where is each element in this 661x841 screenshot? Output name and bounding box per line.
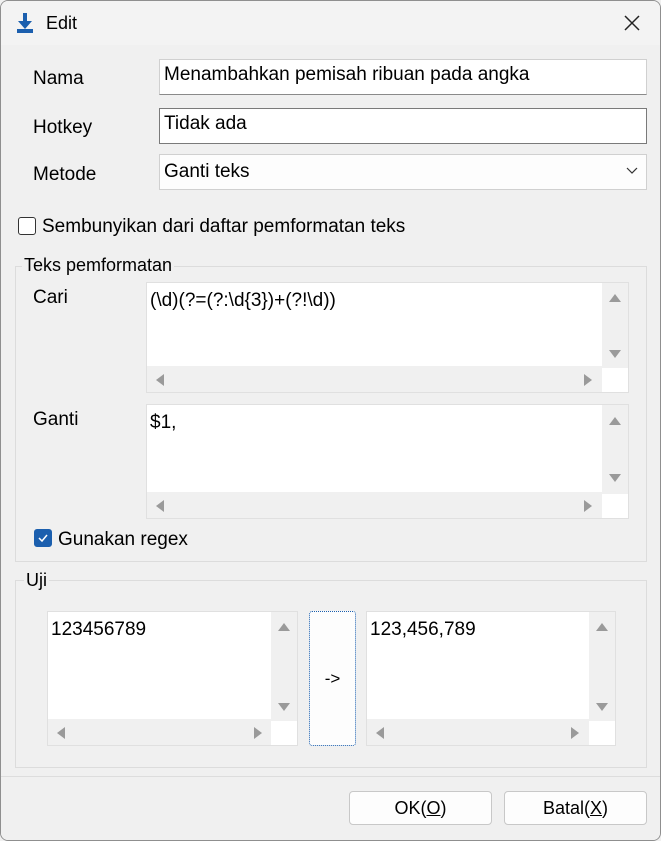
metode-label: Metode — [33, 164, 97, 185]
scroll-right-icon[interactable] — [571, 727, 579, 739]
cancel-label-text: Batal( — [542, 797, 590, 818]
chevron-down-icon — [626, 167, 638, 174]
scroll-left-icon[interactable] — [57, 727, 65, 739]
ok-accel-key: O — [426, 797, 441, 818]
cari-textarea[interactable]: (\d)(?=(?:\d{3})+(?!\d)) — [146, 282, 629, 393]
edit-dialog: Edit Nama Menambahkan pemisah ribuan pad… — [0, 0, 661, 841]
ganti-label: Ganti — [33, 409, 79, 430]
hide-checkbox[interactable] — [18, 217, 36, 235]
close-icon — [624, 15, 640, 31]
hotkey-label: Hotkey — [33, 117, 93, 138]
run-test-button[interactable]: -> — [309, 611, 356, 746]
scroll-up-icon[interactable] — [278, 623, 290, 631]
scroll-down-icon[interactable] — [609, 350, 621, 358]
scroll-down-icon[interactable] — [609, 474, 621, 482]
cancel-button[interactable]: Batal(X) — [504, 791, 647, 825]
checkmark-icon — [38, 534, 48, 543]
cancel-button-label: Batal(X) — [543, 798, 608, 819]
scroll-left-icon[interactable] — [156, 500, 164, 512]
window-title: Edit — [46, 13, 78, 33]
test-input-hscrollbar[interactable] — [48, 719, 271, 745]
ganti-text: $1, — [150, 412, 177, 433]
scroll-up-icon[interactable] — [609, 417, 621, 425]
ok-label-text: OK( — [394, 797, 427, 818]
regex-label: Gunakan regex — [58, 529, 188, 550]
test-output-textarea[interactable]: 123,456,789 — [366, 611, 616, 746]
nama-label: Nama — [33, 68, 84, 89]
cancel-label-end: ) — [602, 797, 609, 818]
scroll-down-icon[interactable] — [278, 703, 290, 711]
regex-checkbox[interactable] — [34, 529, 52, 547]
cancel-accel-key: X — [590, 797, 603, 818]
dialog-footer: OK(O) Batal(X) — [1, 776, 660, 840]
test-output-hscrollbar[interactable] — [367, 719, 589, 745]
formatting-group-title: Teks pemformatan — [22, 255, 175, 276]
metode-value: Ganti teks — [164, 161, 250, 182]
cari-vscrollbar[interactable] — [602, 283, 628, 368]
scroll-right-icon[interactable] — [584, 374, 592, 386]
scroll-down-icon[interactable] — [596, 703, 608, 711]
test-output-text: 123,456,789 — [370, 619, 476, 640]
test-input-vscrollbar[interactable] — [271, 612, 297, 721]
close-button[interactable] — [610, 5, 654, 41]
cari-label: Cari — [33, 287, 68, 308]
scroll-up-icon[interactable] — [609, 294, 621, 302]
test-group-title: Uji — [24, 570, 49, 591]
hotkey-input[interactable]: Tidak ada — [159, 108, 647, 144]
cari-hscrollbar[interactable] — [147, 366, 602, 392]
title-bar: Edit — [1, 1, 660, 45]
scroll-left-icon[interactable] — [156, 374, 164, 386]
metode-select[interactable]: Ganti teks — [159, 154, 647, 190]
ok-button-label: OK(O) — [394, 798, 446, 819]
ganti-textarea[interactable]: $1, — [146, 404, 629, 519]
ok-label-end: ) — [440, 797, 447, 818]
nama-input[interactable]: Menambahkan pemisah ribuan pada angka — [159, 59, 647, 95]
test-input-textarea[interactable]: 123456789 — [47, 611, 298, 746]
scroll-up-icon[interactable] — [596, 623, 608, 631]
scroll-right-icon[interactable] — [584, 500, 592, 512]
scroll-right-icon[interactable] — [254, 727, 262, 739]
cari-text: (\d)(?=(?:\d{3})+(?!\d)) — [150, 290, 336, 311]
hide-checkbox-label: Sembunyikan dari daftar pemformatan teks — [42, 216, 406, 237]
scroll-left-icon[interactable] — [376, 727, 384, 739]
ganti-hscrollbar[interactable] — [147, 492, 602, 518]
ganti-vscrollbar[interactable] — [602, 405, 628, 494]
test-input-text: 123456789 — [51, 619, 147, 640]
test-output-vscrollbar[interactable] — [589, 612, 615, 721]
dialog-body: Nama Menambahkan pemisah ribuan pada ang… — [1, 45, 660, 776]
ok-button[interactable]: OK(O) — [349, 791, 492, 825]
download-arrow-icon — [17, 13, 33, 33]
